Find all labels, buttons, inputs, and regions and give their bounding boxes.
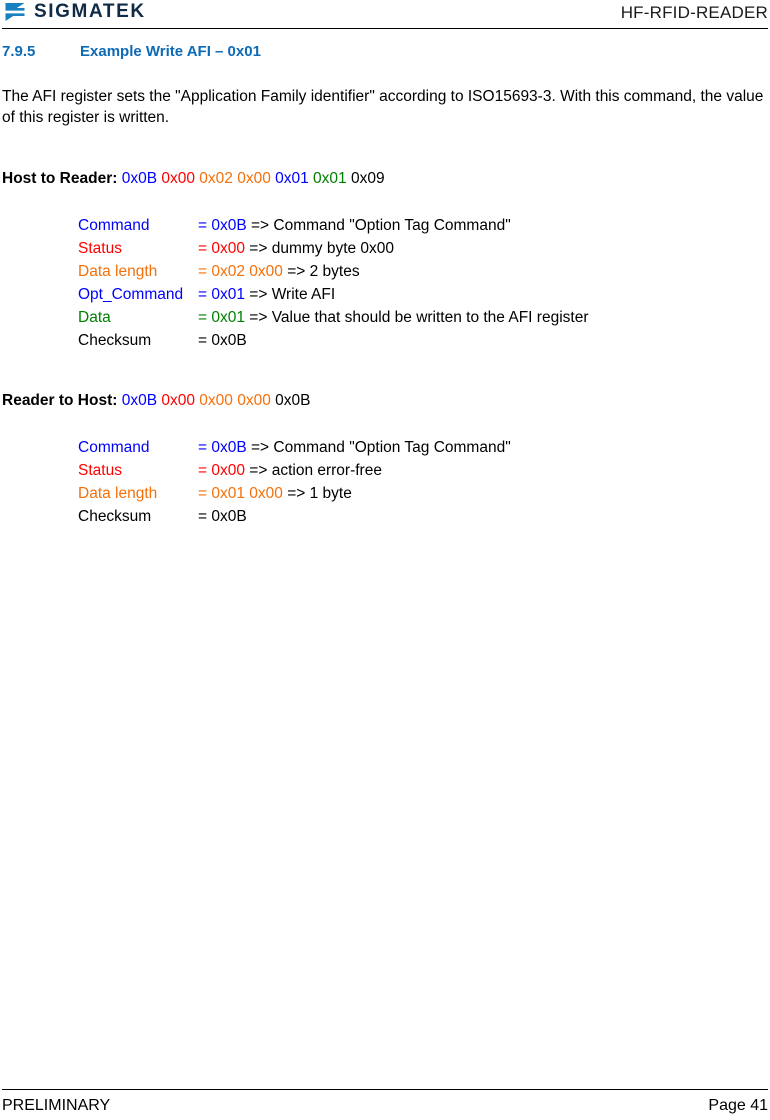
detail-row: Data length = 0x01 0x00 => 1 byte <box>78 482 768 505</box>
frame-byte: 0x00 <box>194 392 233 409</box>
detail-description: => 1 byte <box>282 485 352 502</box>
reader-to-host-label: Reader to Host: <box>2 392 118 409</box>
document-title: HF-RFID-READER <box>620 3 768 22</box>
frame-byte: 0x0B <box>270 392 311 409</box>
detail-hex-value: = 0x01 <box>198 286 245 303</box>
host-to-reader-detail-list: Command = 0x0B => Command "Option Tag Com… <box>2 214 768 352</box>
detail-description: => Value that should be written to the A… <box>244 309 589 326</box>
reader-to-host-detail-list: Command = 0x0B => Command "Option Tag Com… <box>2 436 768 528</box>
detail-hex-value: = 0x00 <box>198 462 245 479</box>
frame-byte: 0x00 <box>232 170 271 187</box>
detail-row: Command = 0x0B => Command "Option Tag Com… <box>78 214 768 237</box>
section-heading: 7.9.5 Example Write AFI – 0x01 <box>2 42 768 62</box>
brand-logo: SIGMATEK <box>4 2 146 22</box>
detail-value: = 0x02 0x00 => 2 bytes <box>198 260 360 283</box>
detail-label: Checksum <box>78 332 152 349</box>
footer-page-number: Page 41 <box>708 1097 768 1114</box>
detail-label: Status <box>78 240 122 257</box>
frame-byte: 0x09 <box>346 170 385 187</box>
frame-byte: 0x0B <box>117 170 158 187</box>
frame-byte: 0x02 <box>194 170 233 187</box>
detail-row: Checksum = 0x0B <box>78 329 768 352</box>
brand-name: SIGMATEK <box>34 1 146 22</box>
detail-label: Data length <box>78 485 158 502</box>
host-to-reader-bytes: 0x0B 0x00 0x02 0x00 0x01 0x01 0x09 <box>117 170 385 187</box>
detail-value: = 0x01 => Value that should be written t… <box>198 306 588 329</box>
detail-value: = 0x0B <box>198 505 247 528</box>
detail-label: Data <box>78 309 111 326</box>
detail-description: => dummy byte 0x00 <box>244 240 395 257</box>
detail-hex-value: = 0x02 0x00 <box>198 263 283 280</box>
detail-description: => Command "Option Tag Command" <box>246 439 511 456</box>
frame-byte: 0x00 <box>157 170 195 187</box>
detail-hex-value: = 0x00 <box>198 240 245 257</box>
document-page: SIGMATEK HF-RFID-READER 7.9.5 Example Wr… <box>0 0 770 1120</box>
detail-label: Command <box>78 439 150 456</box>
detail-row: Data = 0x01 => Value that should be writt… <box>78 306 768 329</box>
detail-hex-value: = 0x0B <box>198 508 247 525</box>
detail-value: = 0x0B <box>198 329 247 352</box>
frame-byte: 0x01 <box>270 170 309 187</box>
detail-value: = 0x0B => Command "Option Tag Command" <box>198 436 511 459</box>
detail-row: Checksum = 0x0B <box>78 505 768 528</box>
detail-hex-value: = 0x0B <box>198 439 247 456</box>
host-to-reader-frame: Host to Reader: 0x0B 0x00 0x02 0x00 0x01… <box>2 168 768 189</box>
detail-description: => Command "Option Tag Command" <box>246 217 511 234</box>
footer-status: PRELIMINARY <box>2 1097 111 1114</box>
detail-value: = 0x01 => Write AFI <box>198 283 335 306</box>
detail-hex-value: = 0x01 <box>198 309 245 326</box>
detail-row: Opt_Command = 0x01 => Write AFI <box>78 283 768 306</box>
frame-byte: 0x01 <box>308 170 347 187</box>
reader-to-host-bytes: 0x0B 0x00 0x00 0x00 0x0B <box>117 392 311 409</box>
detail-row: Status = 0x00 => dummy byte 0x00 <box>78 237 768 260</box>
detail-value: = 0x0B => Command "Option Tag Command" <box>198 214 511 237</box>
detail-row: Data length = 0x02 0x00 => 2 bytes <box>78 260 768 283</box>
detail-value: = 0x00 => dummy byte 0x00 <box>198 237 394 260</box>
detail-label: Opt_Command <box>78 286 184 303</box>
detail-hex-value: = 0x01 0x00 <box>198 485 283 502</box>
header-divider <box>2 28 768 29</box>
frame-byte: 0x0B <box>117 392 158 409</box>
page-content: 7.9.5 Example Write AFI – 0x01 The AFI r… <box>2 42 768 528</box>
page-header: SIGMATEK HF-RFID-READER <box>0 0 770 30</box>
detail-label: Checksum <box>78 508 152 525</box>
footer-divider <box>2 1089 768 1090</box>
detail-hex-value: = 0x0B <box>198 332 247 349</box>
section-title: Example Write AFI – 0x01 <box>80 43 261 60</box>
detail-label: Status <box>78 462 122 479</box>
page-footer: PRELIMINARY Page 41 <box>2 1095 768 1117</box>
detail-hex-value: = 0x0B <box>198 217 247 234</box>
detail-row: Command = 0x0B => Command "Option Tag Com… <box>78 436 768 459</box>
intro-paragraph: The AFI register sets the "Application F… <box>2 88 764 126</box>
detail-description: => Write AFI <box>244 286 336 303</box>
detail-label: Data length <box>78 263 158 280</box>
host-to-reader-label: Host to Reader: <box>2 170 118 187</box>
detail-value: = 0x00 => action error-free <box>198 459 382 482</box>
frame-byte: 0x00 <box>232 392 271 409</box>
sigmatek-sigma-logo-icon <box>4 2 26 22</box>
detail-description: => 2 bytes <box>282 263 360 280</box>
detail-label: Command <box>78 217 150 234</box>
reader-to-host-frame: Reader to Host: 0x0B 0x00 0x00 0x00 0x0B <box>2 390 768 411</box>
frame-byte: 0x00 <box>157 392 195 409</box>
section-number: 7.9.5 <box>2 43 36 60</box>
detail-row: Status = 0x00 => action error-free <box>78 459 768 482</box>
detail-value: = 0x01 0x00 => 1 byte <box>198 482 352 505</box>
detail-description: => action error-free <box>244 462 382 479</box>
